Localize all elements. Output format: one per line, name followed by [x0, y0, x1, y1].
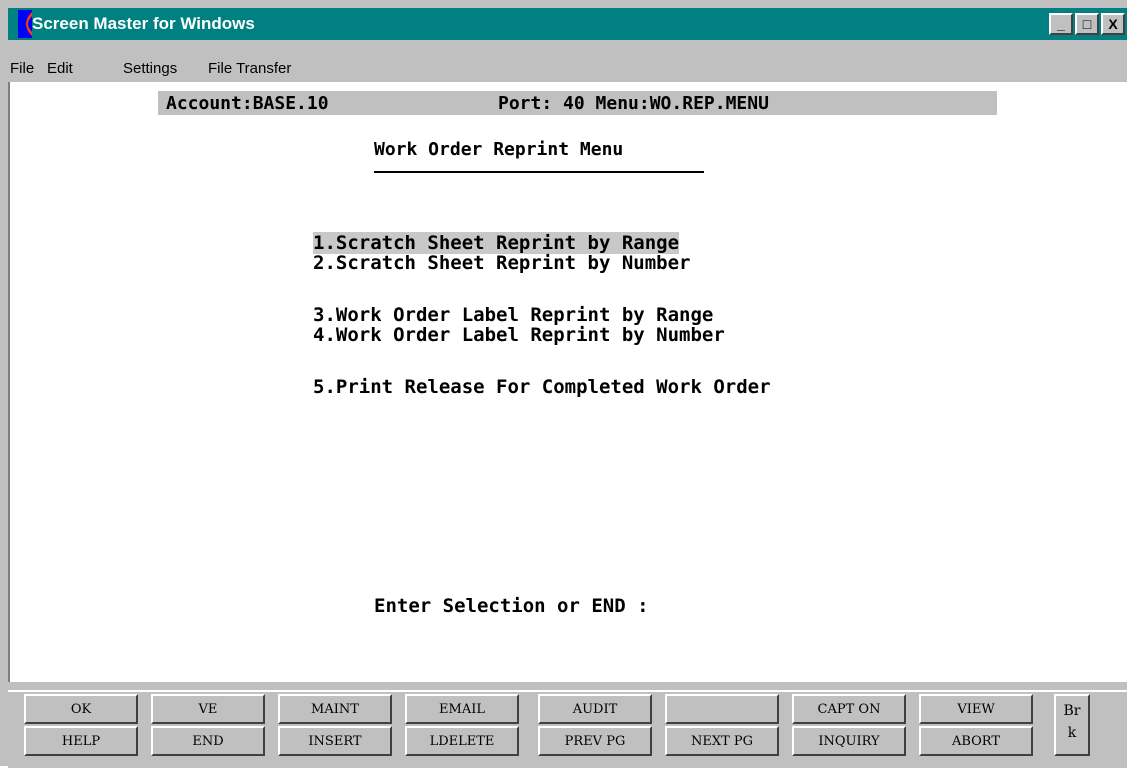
fkey-view[interactable]: VIEW — [919, 694, 1033, 724]
window-controls: _ □ X — [1047, 13, 1125, 35]
fkey-help[interactable]: HELP — [24, 726, 138, 756]
menu-bar: File Edit Settings File Transfer — [8, 56, 1127, 82]
fkey-inquiry[interactable]: INQUIRY — [792, 726, 906, 756]
menu-edit[interactable]: Edit — [47, 60, 73, 77]
function-key-bar: OK VE MAINT EMAIL AUDIT CAPT ON VIEW HEL… — [8, 690, 1127, 768]
fkey-end[interactable]: END — [151, 726, 265, 756]
fkey-break[interactable]: Br k — [1054, 694, 1090, 756]
maximize-icon[interactable]: □ — [1075, 13, 1099, 35]
fkey-abort[interactable]: ABORT — [919, 726, 1033, 756]
account-label: Account:BASE.10 — [166, 93, 329, 114]
menu-option-4[interactable]: 4.Work Order Label Reprint by Number — [313, 324, 725, 346]
fkey-audit[interactable]: AUDIT — [538, 694, 652, 724]
fkey-ve[interactable]: VE — [151, 694, 265, 724]
menu-file[interactable]: File — [10, 60, 34, 77]
fkey-next-pg[interactable]: NEXT PG — [665, 726, 779, 756]
status-bar: Account:BASE.10 Port: 40 Menu:WO.REP.MEN… — [158, 91, 997, 115]
terminal-screen[interactable]: Account:BASE.10 Port: 40 Menu:WO.REP.MEN… — [8, 82, 1127, 682]
selection-prompt: Enter Selection or END : — [374, 595, 649, 617]
fkey-break-label-bottom: k — [1067, 725, 1077, 741]
fkey-maint[interactable]: MAINT — [278, 694, 392, 724]
title-bar[interactable]: Screen Master for Windows _ □ X — [8, 8, 1127, 40]
menu-file-transfer[interactable]: File Transfer — [208, 60, 291, 77]
menu-option-5[interactable]: 5.Print Release For Completed Work Order — [313, 376, 771, 398]
fkey-email[interactable]: EMAIL — [405, 694, 519, 724]
menu-option-2[interactable]: 2.Scratch Sheet Reprint by Number — [313, 252, 691, 274]
fkey-break-label-top: Br — [1063, 703, 1081, 719]
menu-option-1[interactable]: 1.Scratch Sheet Reprint by Range — [313, 232, 680, 254]
menu-settings[interactable]: Settings — [123, 60, 177, 77]
fkey-ldelete[interactable]: LDELETE — [405, 726, 519, 756]
port-menu-label: Port: 40 Menu:WO.REP.MENU — [498, 93, 769, 114]
fkey-blank[interactable] — [665, 694, 779, 724]
app-window: Screen Master for Windows _ □ X File Edi… — [0, 0, 1127, 768]
menu-option-3[interactable]: 3.Work Order Label Reprint by Range — [313, 304, 713, 326]
title-underline — [374, 171, 704, 173]
fkey-ok[interactable]: OK — [24, 694, 138, 724]
page-title: Work Order Reprint Menu — [374, 139, 624, 160]
fkey-insert[interactable]: INSERT — [278, 726, 392, 756]
close-icon[interactable]: X — [1101, 13, 1125, 35]
fkey-capt-on[interactable]: CAPT ON — [792, 694, 906, 724]
minimize-icon[interactable]: _ — [1049, 13, 1073, 35]
app-logo-icon — [18, 10, 32, 38]
window-title: Screen Master for Windows — [32, 14, 255, 33]
fkey-prev-pg[interactable]: PREV PG — [538, 726, 652, 756]
